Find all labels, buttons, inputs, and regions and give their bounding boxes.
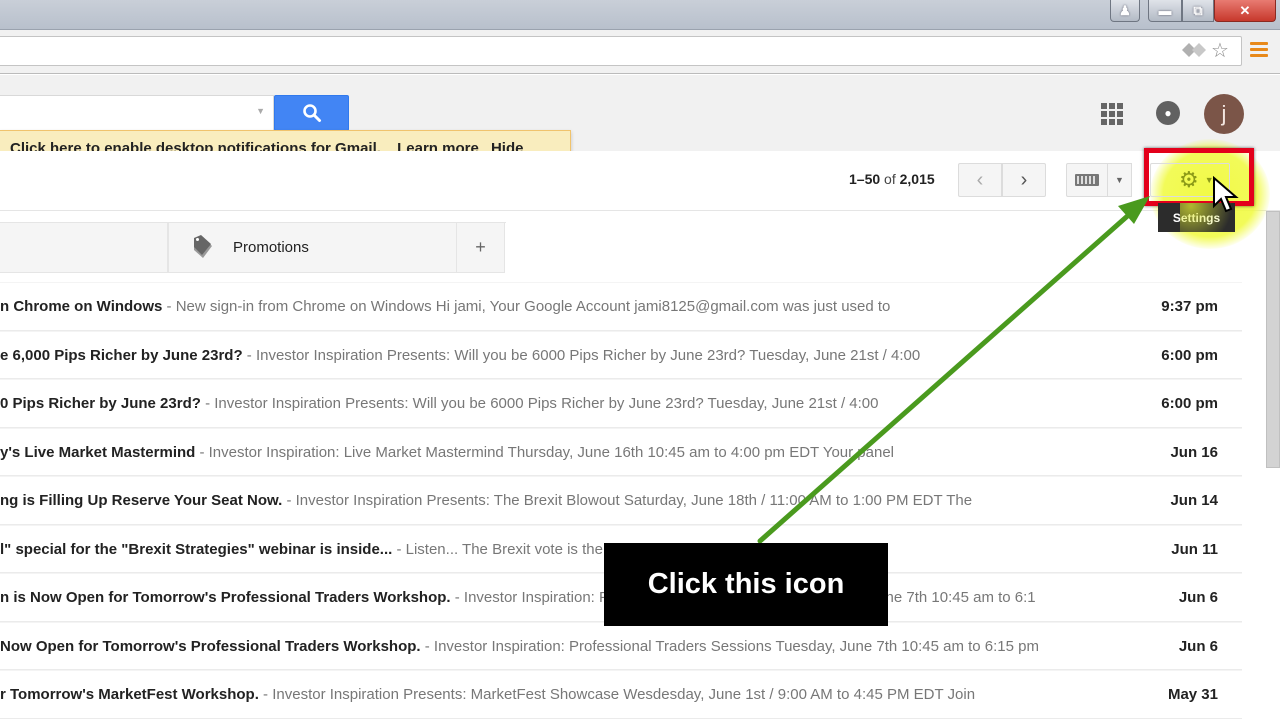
- input-tools-dropdown[interactable]: ▼: [1108, 163, 1132, 197]
- email-row[interactable]: r Tomorrow's MarketFest Workshop. - Inve…: [0, 670, 1242, 719]
- email-snippet: - Investor Inspiration Presents: Will yo…: [200, 395, 879, 412]
- email-subject: l" special for the "Brexit Strategies" w…: [0, 540, 393, 558]
- minimize-button[interactable]: ▬: [1148, 0, 1182, 22]
- email-date: Jun 11: [1128, 540, 1218, 558]
- chevron-left-icon: ‹: [976, 168, 984, 191]
- email-row[interactable]: n Chrome on Windows - New sign-in from C…: [0, 282, 1242, 331]
- email-date: 6:00 pm: [1128, 395, 1218, 412]
- search-icon: [302, 104, 321, 122]
- older-button[interactable]: ›: [1002, 163, 1046, 197]
- tab-primary[interactable]: [0, 223, 168, 273]
- email-subject: n Chrome on Windows: [0, 298, 163, 315]
- email-row[interactable]: Now Open for Tomorrow's Professional Tra…: [0, 621, 1242, 670]
- total-count: 2,015: [899, 171, 935, 187]
- profile-button[interactable]: ♟: [1110, 0, 1140, 22]
- tab-promotions-label: Promotions: [233, 239, 309, 256]
- avatar[interactable]: j: [1204, 94, 1244, 134]
- email-row[interactable]: ng is Filling Up Reserve Your Seat Now. …: [0, 476, 1242, 525]
- browser-toolbar: ☆: [0, 30, 1280, 74]
- tab-promotions[interactable]: Promotions: [168, 223, 457, 273]
- email-row[interactable]: e 6,000 Pips Richer by June 23rd? - Inve…: [0, 330, 1242, 379]
- maximize-button[interactable]: ⧉: [1182, 0, 1214, 22]
- search-input[interactable]: ▼: [0, 95, 274, 131]
- user-icon: ♟: [1119, 2, 1131, 18]
- email-snippet: - New sign-in from Chrome on Windows Hi …: [162, 298, 891, 315]
- apps-grid-icon[interactable]: [1101, 103, 1123, 125]
- page-of: of: [880, 171, 900, 187]
- email-date: 9:37 pm: [1128, 298, 1218, 315]
- category-tabs: Promotions +: [0, 222, 506, 273]
- email-list: n Chrome on Windows - New sign-in from C…: [0, 282, 1242, 719]
- email-row[interactable]: 0 Pips Richer by June 23rd? - Investor I…: [0, 379, 1242, 428]
- email-snippet: - Investor Inspiration Presents: The Bre…: [282, 492, 973, 509]
- chrome-menu-icon[interactable]: [1250, 42, 1268, 60]
- newer-button[interactable]: ‹: [958, 163, 1002, 197]
- email-date: Jun 14: [1128, 492, 1218, 509]
- email-subject: ng is Filling Up Reserve Your Seat Now.: [0, 492, 283, 509]
- email-subject: n is Now Open for Tomorrow's Professiona…: [0, 589, 451, 606]
- window-title-bar: ♟ ▬ ⧉ ✕: [0, 0, 1280, 30]
- email-row[interactable]: y's Live Market Mastermind - Investor In…: [0, 427, 1242, 476]
- search-button[interactable]: [274, 95, 349, 131]
- chevron-down-icon: ▼: [1115, 175, 1124, 185]
- email-date: 6:00 pm: [1128, 346, 1218, 364]
- chevron-right-icon: ›: [1020, 168, 1028, 191]
- address-bar[interactable]: ☆: [0, 36, 1242, 66]
- input-tools-button[interactable]: [1066, 163, 1108, 197]
- notifications-bell-icon[interactable]: ●: [1156, 101, 1180, 125]
- close-icon: ✕: [1239, 2, 1251, 18]
- restore-icon: ⧉: [1193, 2, 1203, 18]
- add-tab-button[interactable]: +: [457, 223, 505, 273]
- email-subject: y's Live Market Mastermind: [0, 443, 196, 461]
- mouse-cursor-icon: [1213, 176, 1239, 213]
- keyboard-icon: [1075, 174, 1099, 186]
- email-date: Jun 6: [1128, 637, 1218, 655]
- minimize-icon: ▬: [1158, 3, 1172, 18]
- email-snippet: - Investor Inspiration: Professional Tra…: [420, 637, 1039, 655]
- email-date: Jun 16: [1128, 443, 1218, 461]
- page-range: 1–50: [849, 171, 881, 187]
- search-options-caret-icon[interactable]: ▼: [256, 106, 265, 116]
- email-snippet: - Investor Inspiration: Live Market Mast…: [195, 443, 895, 461]
- avatar-letter: j: [1221, 101, 1227, 126]
- email-date: May 31: [1128, 686, 1218, 703]
- scrollbar[interactable]: [1266, 211, 1280, 468]
- callout-label: Click this icon: [604, 543, 888, 626]
- email-date: Jun 6: [1128, 589, 1218, 606]
- bookmark-star-icon[interactable]: ☆: [1211, 38, 1229, 63]
- email-subject: e 6,000 Pips Richer by June 23rd?: [0, 346, 243, 364]
- plus-icon: +: [475, 237, 486, 257]
- mail-toolbar: 1–50 of 2,015 ‹ › ▼: [0, 151, 1280, 211]
- email-subject: 0 Pips Richer by June 23rd?: [0, 395, 201, 412]
- email-snippet: - Investor Inspiration Presents: Will yo…: [242, 346, 921, 364]
- translate-icon[interactable]: [1180, 40, 1208, 66]
- tag-icon: [194, 234, 212, 258]
- email-subject: Now Open for Tomorrow's Professional Tra…: [0, 637, 421, 655]
- page-count: 1–50 of 2,015: [849, 171, 935, 187]
- email-subject: r Tomorrow's MarketFest Workshop.: [0, 686, 259, 703]
- email-snippet: - Investor Inspiration Presents: MarketF…: [258, 686, 976, 703]
- close-button[interactable]: ✕: [1214, 0, 1276, 22]
